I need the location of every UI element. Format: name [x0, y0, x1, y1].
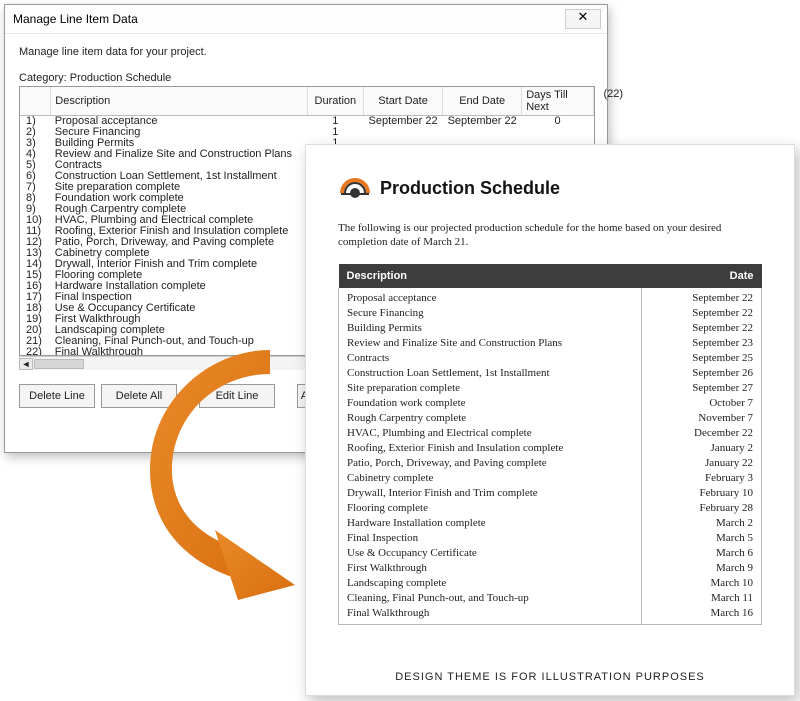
cell-description: Use & Occupancy Certificate: [339, 546, 642, 561]
cell-description: Site preparation complete: [339, 381, 642, 396]
cell-description: Drywall, Interior Finish and Trim comple…: [339, 486, 642, 501]
schedule-row: Cabinetry completeFebruary 3: [339, 471, 762, 486]
cell-description: Final Walkthrough: [339, 606, 642, 625]
col-duration[interactable]: Duration: [307, 87, 363, 116]
cell-number: 22): [20, 347, 51, 356]
cell-description: Final Walkthrough: [51, 347, 307, 356]
cell-date: October 7: [642, 396, 762, 411]
doc-col-description: Description: [339, 264, 642, 288]
cell-date: September 26: [642, 366, 762, 381]
cell-date: September 22: [642, 321, 762, 336]
cell-date: September 23: [642, 336, 762, 351]
cell-description: Cleaning, Final Punch-out, and Touch-up: [339, 591, 642, 606]
document-intro: The following is our projected productio…: [338, 221, 762, 250]
document-preview: Production Schedule The following is our…: [305, 144, 795, 696]
document-footer: DESIGN THEME IS FOR ILLUSTRATION PURPOSE…: [306, 671, 794, 683]
col-end-date[interactable]: End Date: [443, 87, 522, 116]
col-description[interactable]: Description: [51, 87, 307, 116]
dialog-titlebar: Manage Line Item Data ✕: [5, 5, 607, 34]
schedule-row: HVAC, Plumbing and Electrical completeDe…: [339, 426, 762, 441]
cell-date: March 2: [642, 516, 762, 531]
schedule-row: Flooring completeFebruary 28: [339, 501, 762, 516]
delete-line-button[interactable]: Delete Line: [19, 384, 95, 408]
cell-description: Secure Financing: [339, 306, 642, 321]
cell-date: March 10: [642, 576, 762, 591]
schedule-row: Use & Occupancy CertificateMarch 6: [339, 546, 762, 561]
cell-date: December 22: [642, 426, 762, 441]
cell-date: February 10: [642, 486, 762, 501]
col-days-till-next[interactable]: Days Till Next: [522, 87, 594, 116]
cell-date: January 22: [642, 456, 762, 471]
schedule-row: Secure FinancingSeptember 22: [339, 306, 762, 321]
cell-date: September 22: [642, 288, 762, 306]
schedule-row: Drywall, Interior Finish and Trim comple…: [339, 486, 762, 501]
cell-date: November 7: [642, 411, 762, 426]
cell-description: Final Inspection: [339, 531, 642, 546]
cell-description: Review and Finalize Site and Constructio…: [339, 336, 642, 351]
dialog-title: Manage Line Item Data: [13, 12, 138, 26]
schedule-row: Patio, Porch, Driveway, and Paving compl…: [339, 456, 762, 471]
cell-date: March 5: [642, 531, 762, 546]
document-title: Production Schedule: [380, 178, 560, 199]
schedule-row: Proposal acceptanceSeptember 22: [339, 288, 762, 306]
cell-end-date: September 22: [443, 116, 522, 128]
schedule-row: Cleaning, Final Punch-out, and Touch-upM…: [339, 591, 762, 606]
edit-line-button[interactable]: Edit Line: [199, 384, 275, 408]
schedule-table: Description Date Proposal acceptanceSept…: [338, 264, 762, 625]
schedule-row: Roofing, Exterior Finish and Insulation …: [339, 441, 762, 456]
cell-start-date: September 22: [364, 116, 443, 128]
cell-description: Landscaping complete: [339, 576, 642, 591]
delete-all-button[interactable]: Delete All: [101, 384, 177, 408]
schedule-row: Hardware Installation completeMarch 2: [339, 516, 762, 531]
doc-col-date: Date: [642, 264, 762, 288]
schedule-row: Foundation work completeOctober 7: [339, 396, 762, 411]
cell-date: March 16: [642, 606, 762, 625]
cell-start-date: [364, 127, 443, 138]
row-count: (22): [603, 88, 623, 100]
cell-description: Hardware Installation complete: [339, 516, 642, 531]
cell-date: February 28: [642, 501, 762, 516]
cell-description: Roofing, Exterior Finish and Insulation …: [339, 441, 642, 456]
cell-date: March 9: [642, 561, 762, 576]
scroll-left-icon[interactable]: ◄: [19, 358, 33, 370]
cell-description: Construction Loan Settlement, 1st Instal…: [339, 366, 642, 381]
cell-description: First Walkthrough: [339, 561, 642, 576]
cell-description: Rough Carpentry complete: [339, 411, 642, 426]
cell-date: September 27: [642, 381, 762, 396]
cell-date: March 11: [642, 591, 762, 606]
schedule-row: ContractsSeptember 25: [339, 351, 762, 366]
cell-date: February 3: [642, 471, 762, 486]
cell-date: March 6: [642, 546, 762, 561]
dialog-subtitle: Manage line item data for your project.: [19, 46, 595, 58]
cell-date: September 22: [642, 306, 762, 321]
cell-description: Foundation work complete: [339, 396, 642, 411]
schedule-row: Final WalkthroughMarch 16: [339, 606, 762, 625]
cell-description: Proposal acceptance: [339, 288, 642, 306]
cell-date: January 2: [642, 441, 762, 456]
schedule-row: Review and Finalize Site and Constructio…: [339, 336, 762, 351]
cell-date: September 25: [642, 351, 762, 366]
schedule-row: Final InspectionMarch 5: [339, 531, 762, 546]
col-start-date[interactable]: Start Date: [364, 87, 443, 116]
cell-description: Contracts: [339, 351, 642, 366]
cell-days-till-next: 0: [522, 116, 594, 128]
category-label: Category: Production Schedule: [19, 72, 595, 84]
close-icon[interactable]: ✕: [565, 9, 601, 29]
cell-days-till-next: [522, 127, 594, 138]
cell-description: HVAC, Plumbing and Electrical complete: [339, 426, 642, 441]
schedule-row: Building PermitsSeptember 22: [339, 321, 762, 336]
schedule-row: Rough Carpentry completeNovember 7: [339, 411, 762, 426]
cell-end-date: [443, 127, 522, 138]
logo-icon: [338, 173, 372, 203]
col-number[interactable]: [20, 87, 51, 116]
scroll-thumb[interactable]: [34, 359, 84, 369]
schedule-row: Landscaping completeMarch 10: [339, 576, 762, 591]
schedule-row: Site preparation completeSeptember 27: [339, 381, 762, 396]
cell-description: Flooring complete: [339, 501, 642, 516]
cell-description: Cabinetry complete: [339, 471, 642, 486]
cell-description: Building Permits: [339, 321, 642, 336]
schedule-row: Construction Loan Settlement, 1st Instal…: [339, 366, 762, 381]
cell-description: Patio, Porch, Driveway, and Paving compl…: [339, 456, 642, 471]
schedule-row: First WalkthroughMarch 9: [339, 561, 762, 576]
